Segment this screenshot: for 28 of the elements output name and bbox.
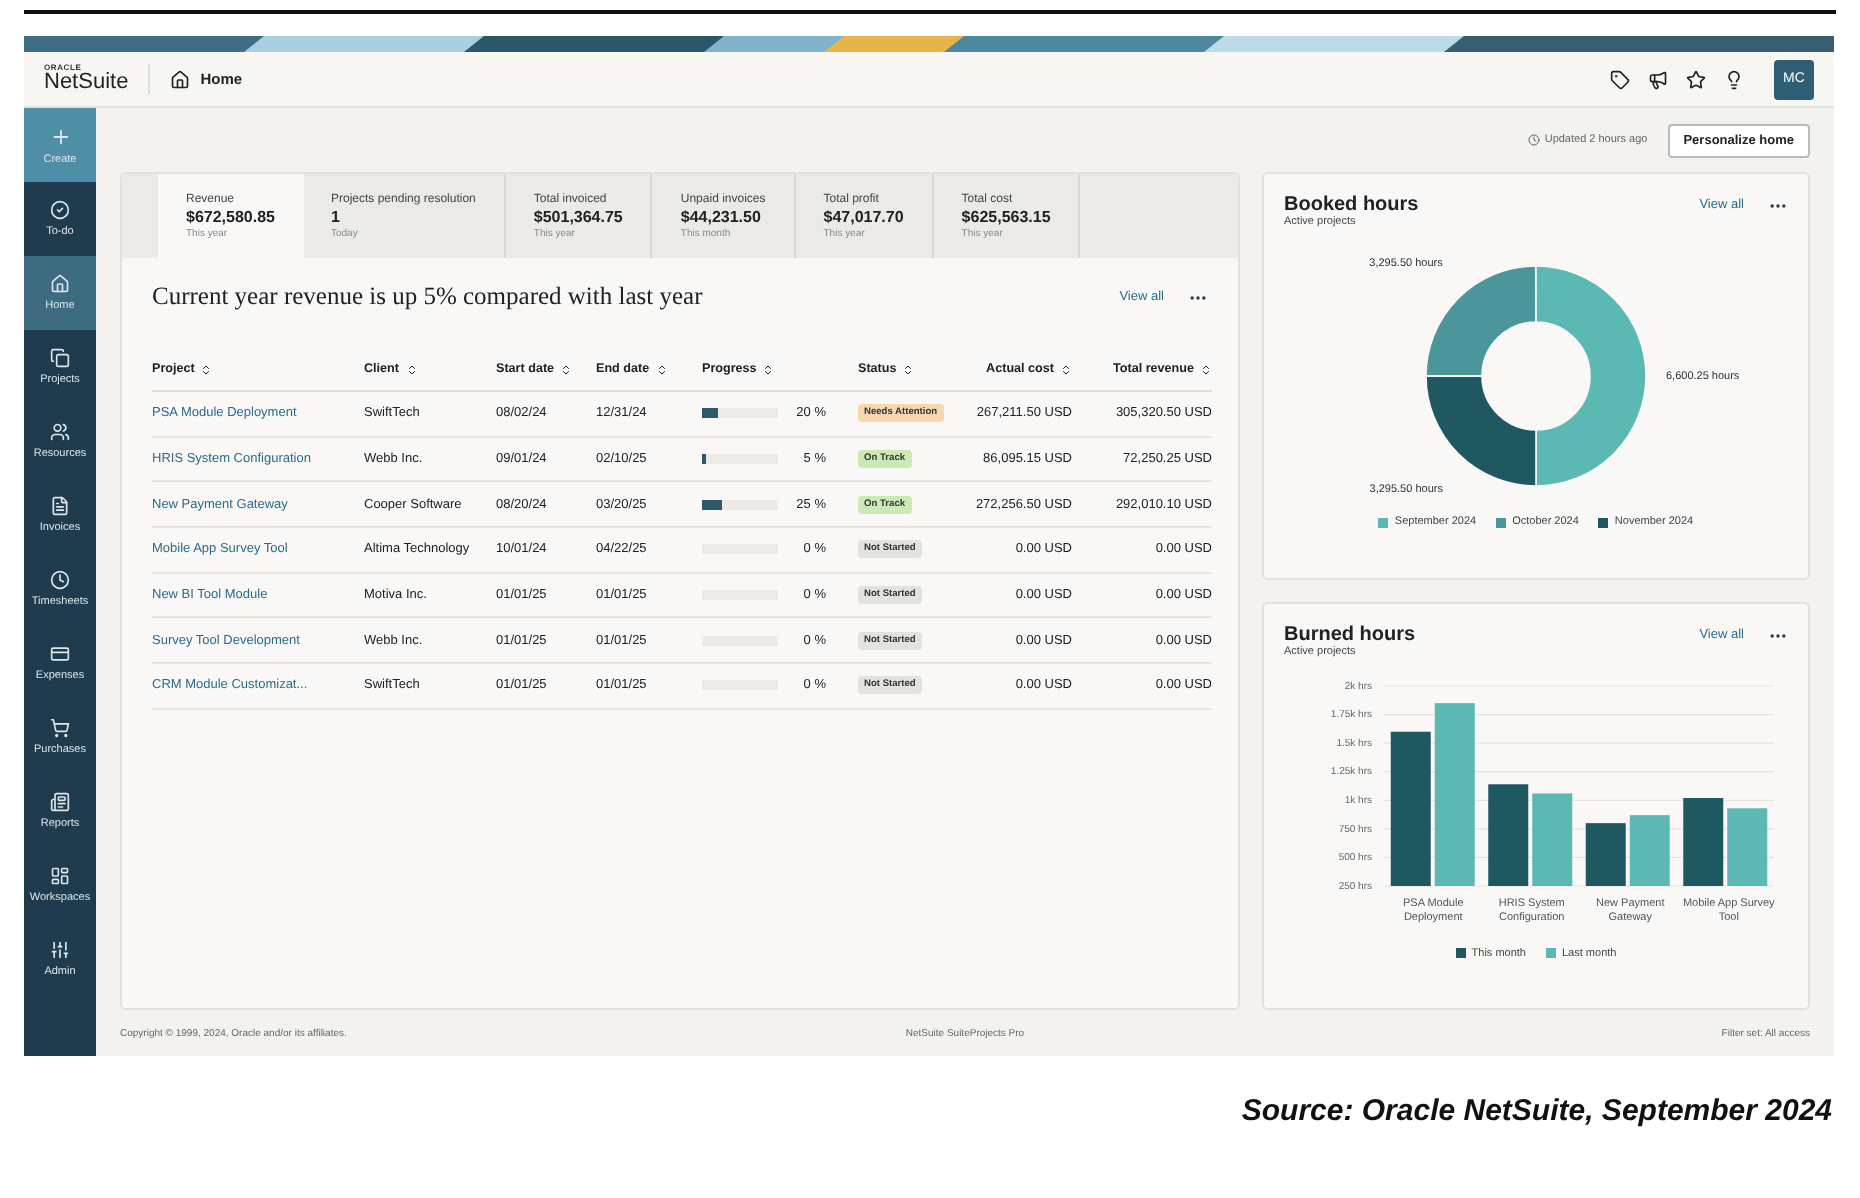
copy-icon — [50, 348, 70, 368]
legend-swatch — [1455, 948, 1466, 959]
clock-icon — [50, 570, 70, 590]
newspaper-icon — [50, 792, 70, 812]
card-title: Burned hours — [1284, 624, 1416, 646]
document-icon — [50, 496, 70, 516]
check-circle-icon — [50, 200, 70, 220]
megaphone-icon[interactable] — [1648, 69, 1668, 89]
star-icon[interactable] — [1686, 69, 1706, 89]
lightbulb-icon[interactable] — [1724, 69, 1744, 89]
card-heading: Current year revenue is up 5% compared with last year — [152, 282, 703, 312]
cart-icon — [50, 718, 70, 738]
home-icon — [170, 69, 191, 89]
legend-swatch — [1598, 517, 1609, 527]
dashboard-icon — [50, 866, 70, 886]
card-title: Booked hours — [1284, 194, 1419, 216]
logo-product: NetSuite — [44, 72, 129, 94]
plus-icon — [49, 125, 71, 147]
tag-icon[interactable] — [1610, 69, 1630, 89]
legend-swatch — [1496, 517, 1507, 527]
home-icon — [50, 274, 70, 294]
sliders-icon — [50, 940, 70, 960]
people-icon — [50, 422, 70, 442]
legend-swatch — [1378, 517, 1389, 527]
card-icon — [50, 644, 70, 664]
source-caption: Source: Oracle NetSuite, September 2024 — [1241, 1094, 1832, 1128]
clock-icon — [1528, 134, 1541, 146]
legend-swatch — [1546, 948, 1556, 959]
